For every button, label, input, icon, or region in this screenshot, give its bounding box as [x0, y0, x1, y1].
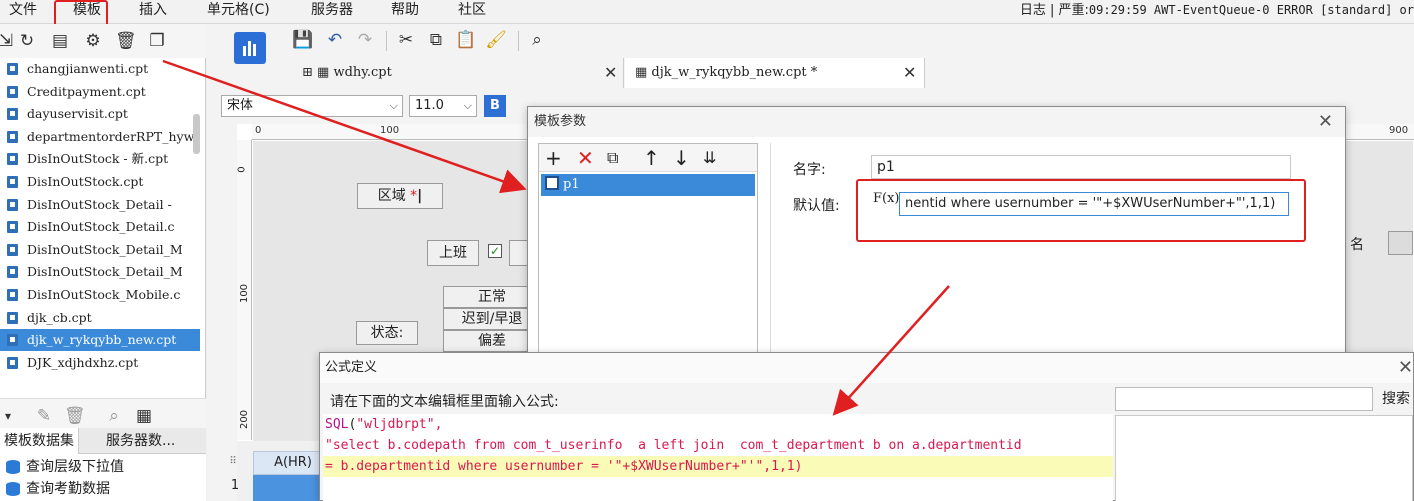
annotation-arrow-to-formula — [832, 285, 950, 416]
annotation-arrow-to-parameter — [162, 59, 527, 194]
annotation-arrows — [162, 59, 950, 416]
